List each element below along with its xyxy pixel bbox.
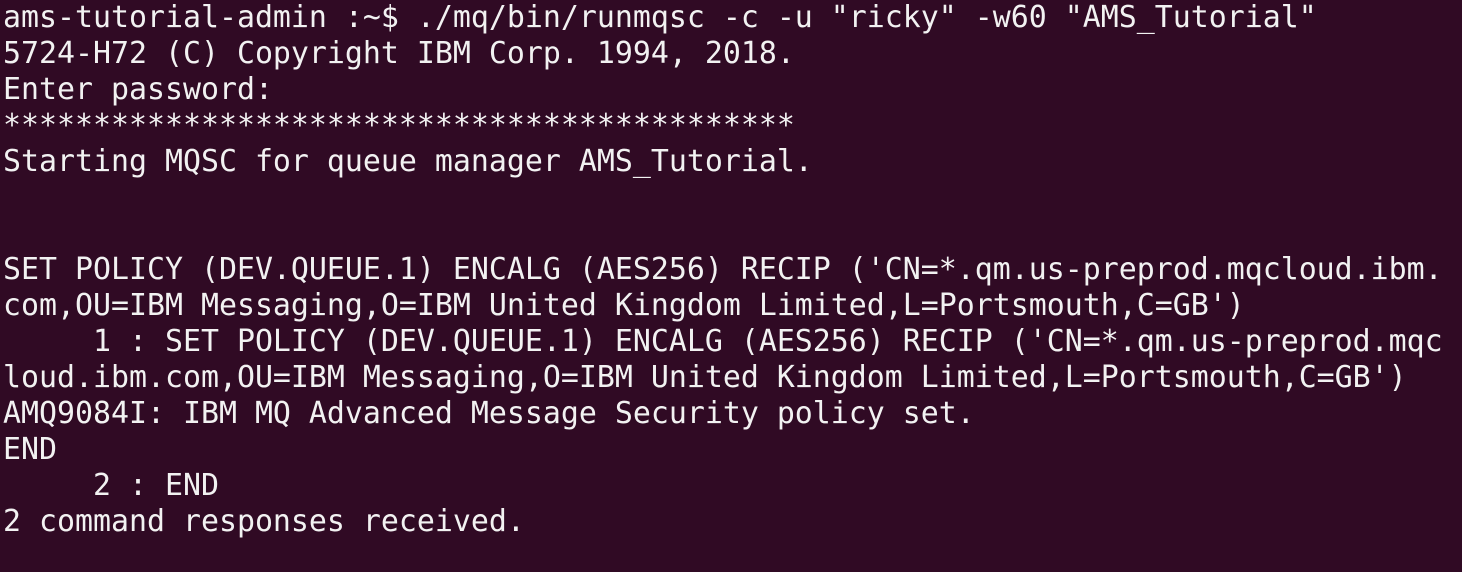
mqsc-start-line: Starting MQSC for queue manager AMS_Tuto… [3, 144, 813, 179]
set-policy-command-line: SET POLICY (DEV.QUEUE.1) ENCALG (AES256)… [3, 252, 1443, 287]
terminal-window[interactable]: ams-tutorial-admin :~$ ./mq/bin/runmqsc … [0, 0, 1462, 572]
masked-password-line: ****************************************… [3, 108, 795, 143]
summary-line: 2 command responses received. [3, 504, 525, 539]
password-prompt-line: Enter password: [3, 72, 273, 107]
echo-command-2-line: 2 : END [3, 468, 219, 503]
echo-command-1-line: 1 : SET POLICY (DEV.QUEUE.1) ENCALG (AES… [3, 324, 1443, 359]
set-policy-command-continuation: com,OU=IBM Messaging,O=IBM United Kingdo… [3, 288, 1245, 323]
echo-command-1-continuation: loud.ibm.com,OU=IBM Messaging,O=IBM Unit… [3, 360, 1407, 395]
command-prompt-line: ams-tutorial-admin :~$ ./mq/bin/runmqsc … [3, 0, 1317, 35]
policy-set-response-line: AMQ9084I: IBM MQ Advanced Message Securi… [3, 396, 975, 431]
end-command-line: END [3, 432, 57, 467]
copyright-line: 5724-H72 (C) Copyright IBM Corp. 1994, 2… [3, 36, 795, 71]
